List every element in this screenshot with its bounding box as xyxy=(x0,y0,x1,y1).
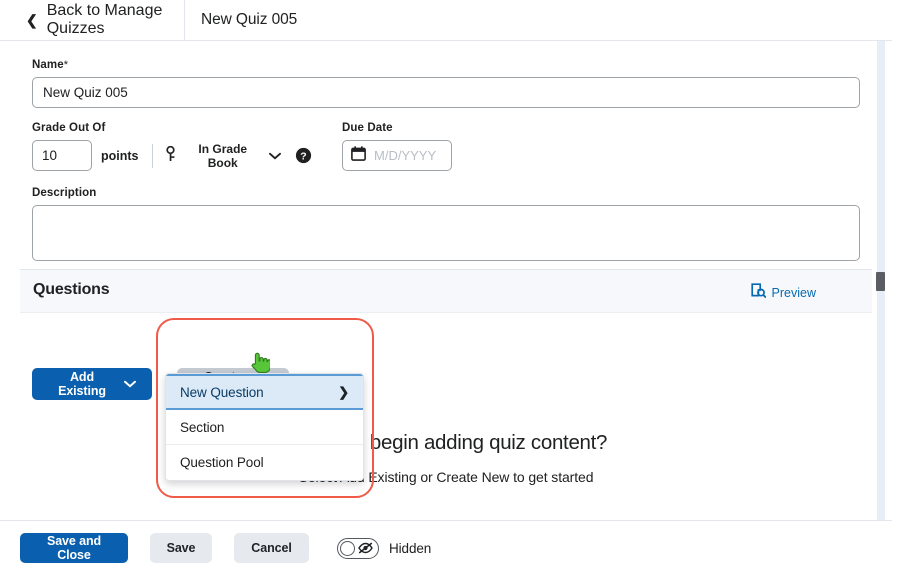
page-title: New Quiz 005 xyxy=(201,11,298,28)
calendar-icon xyxy=(351,145,366,166)
add-existing-button[interactable]: Add Existing xyxy=(32,368,152,400)
menu-item-label: Section xyxy=(180,419,225,435)
in-grade-book-dropdown[interactable]: In Grade Book xyxy=(165,142,281,170)
due-date-input[interactable]: M/D/YYYY xyxy=(342,140,452,171)
quiz-properties-form: Name* Grade Out Of points xyxy=(0,41,872,261)
quiz-editor-app: ❮ Back to Manage Quizzes New Quiz 005 Na… xyxy=(0,0,900,576)
top-bar: ❮ Back to Manage Quizzes New Quiz 005 xyxy=(0,0,892,41)
menu-item-new-question[interactable]: New Question ❯ xyxy=(166,374,363,410)
help-circle-icon[interactable]: ? xyxy=(295,147,312,164)
back-link-label: Back to Manage Quizzes xyxy=(46,2,163,37)
due-date-group: Due Date M/D/YYYY xyxy=(342,122,452,171)
add-existing-label: Add Existing xyxy=(58,370,106,398)
preview-search-icon xyxy=(750,283,766,303)
toggle-knob xyxy=(340,540,355,556)
questions-heading: Questions xyxy=(33,281,110,298)
preview-label: Preview xyxy=(771,286,816,300)
in-grade-book-label: In Grade Book xyxy=(198,141,248,170)
name-label: Name* xyxy=(32,59,69,71)
cancel-button[interactable]: Cancel xyxy=(234,533,309,563)
empty-state-subtitle: Select Add Existing or Create New to get… xyxy=(298,469,594,485)
description-label: Description xyxy=(32,187,97,199)
menu-item-label: New Question xyxy=(180,384,264,400)
due-date-label: Due Date xyxy=(342,122,393,134)
chevron-down-icon xyxy=(124,380,136,388)
required-marker: * xyxy=(63,59,69,71)
grade-out-of-label: Grade Out Of xyxy=(32,122,106,134)
description-editor[interactable] xyxy=(32,205,860,261)
toggle-track[interactable] xyxy=(337,537,379,559)
footer-action-bar: Save and Close Save Cancel Hidden xyxy=(0,520,892,576)
eye-off-icon xyxy=(358,542,373,554)
questions-content-pane: Ready to begin adding quiz content? Sele… xyxy=(20,313,872,520)
grade-out-of-input[interactable] xyxy=(32,140,92,171)
grade-out-of-group: Grade Out Of points xyxy=(32,122,312,171)
chevron-left-icon: ❮ xyxy=(26,12,38,28)
questions-header-band: Questions Preview xyxy=(20,270,872,313)
visibility-toggle[interactable]: Hidden xyxy=(337,537,432,559)
create-new-menu: New Question ❯ Section Question Pool xyxy=(165,373,364,481)
menu-item-section[interactable]: Section xyxy=(166,410,363,445)
page-frame: ❮ Back to Manage Quizzes New Quiz 005 Na… xyxy=(0,0,892,576)
visibility-label: Hidden xyxy=(389,540,432,556)
grade-and-due-row: Grade Out Of points xyxy=(32,122,840,171)
name-input[interactable] xyxy=(32,77,860,108)
empty-state-title: Ready to begin adding quiz content? xyxy=(284,431,608,454)
vertical-scrollbar-thumb[interactable] xyxy=(876,272,885,291)
divider xyxy=(151,143,153,168)
description-group: Description xyxy=(32,187,860,261)
menu-item-question-pool[interactable]: Question Pool xyxy=(166,445,363,480)
points-unit-label: points xyxy=(101,148,139,163)
preview-link[interactable]: Preview xyxy=(750,283,816,303)
due-date-placeholder: M/D/YYYY xyxy=(374,148,437,163)
chevron-right-icon: ❯ xyxy=(338,384,349,400)
back-to-manage-quizzes-link[interactable]: ❮ Back to Manage Quizzes xyxy=(0,0,185,40)
key-icon xyxy=(165,145,176,165)
chevron-down-icon xyxy=(269,148,281,163)
menu-item-label: Question Pool xyxy=(180,455,264,470)
scroll-body: Name* Grade Out Of points xyxy=(0,41,892,520)
save-and-close-button[interactable]: Save and Close xyxy=(20,533,128,563)
save-button[interactable]: Save xyxy=(150,533,212,563)
svg-text:?: ? xyxy=(300,150,306,162)
empty-state: Ready to begin adding quiz content? Sele… xyxy=(20,431,872,485)
